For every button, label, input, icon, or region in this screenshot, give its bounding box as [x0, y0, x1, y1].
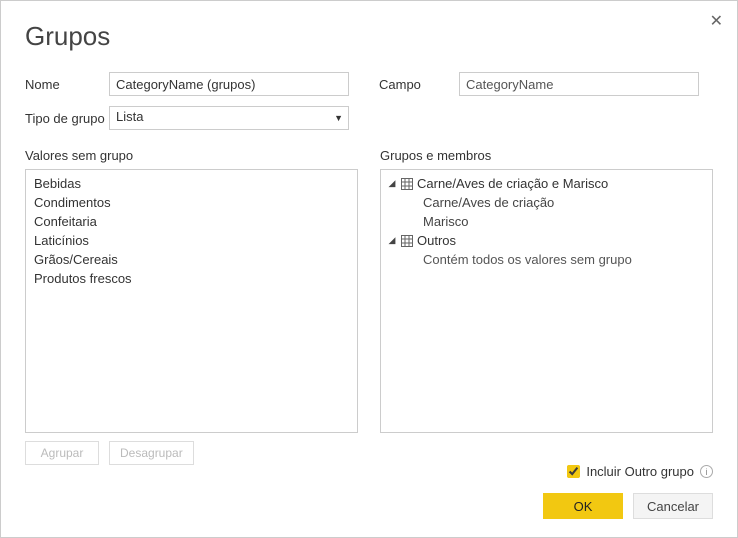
tree-child[interactable]: Carne/Aves de criação	[387, 193, 706, 212]
groups-column: Grupos e membros ◢ Carne/Aves de criação	[380, 148, 713, 465]
list-item[interactable]: Bebidas	[32, 174, 351, 193]
collapse-icon[interactable]: ◢	[387, 235, 397, 246]
include-other-checkbox[interactable]	[567, 465, 580, 478]
footer-buttons: OK Cancelar	[543, 493, 713, 519]
group-type-value[interactable]: Lista	[109, 106, 349, 130]
groups-title: Grupos e membros	[380, 148, 713, 163]
groups-dialog: ✕ Grupos Nome Campo Tipo de grupo Lista …	[0, 0, 738, 538]
group-type-select[interactable]: Lista ▼	[109, 106, 349, 130]
list-item[interactable]: Produtos frescos	[32, 269, 351, 288]
groups-treebox[interactable]: ◢ Carne/Aves de criação e Marisco Carne/…	[380, 169, 713, 433]
dialog-title: Grupos	[25, 21, 713, 52]
lists-row: Valores sem grupo Bebidas Condimentos Co…	[25, 148, 713, 465]
tree-node-desc: Contém todos os valores sem grupo	[387, 250, 706, 269]
tree-node[interactable]: ◢ Outros	[387, 231, 706, 250]
group-buttons-row: Agrupar Desagrupar	[25, 441, 358, 465]
tree-child[interactable]: Marisco	[387, 212, 706, 231]
cancel-button[interactable]: Cancelar	[633, 493, 713, 519]
name-input[interactable]	[109, 72, 349, 96]
ungrouped-title: Valores sem grupo	[25, 148, 358, 163]
type-label: Tipo de grupo	[25, 111, 109, 126]
collapse-icon[interactable]: ◢	[387, 178, 397, 189]
ungrouped-column: Valores sem grupo Bebidas Condimentos Co…	[25, 148, 358, 465]
group-button[interactable]: Agrupar	[25, 441, 99, 465]
table-icon	[401, 235, 413, 247]
close-icon[interactable]: ✕	[710, 11, 723, 31]
form-row-name: Nome Campo	[25, 72, 713, 96]
field-input[interactable]	[459, 72, 699, 96]
table-icon	[401, 178, 413, 190]
tree-node-label: Outros	[417, 233, 456, 248]
list-item[interactable]: Grãos/Cereais	[32, 250, 351, 269]
include-other-label: Incluir Outro grupo	[586, 464, 694, 479]
form-row-type: Tipo de grupo Lista ▼	[25, 106, 713, 130]
tree-node-label: Carne/Aves de criação e Marisco	[417, 176, 608, 191]
list-item[interactable]: Condimentos	[32, 193, 351, 212]
tree-node[interactable]: ◢ Carne/Aves de criação e Marisco	[387, 174, 706, 193]
ungrouped-listbox[interactable]: Bebidas Condimentos Confeitaria Laticíni…	[25, 169, 358, 433]
info-icon[interactable]: i	[700, 465, 713, 478]
name-label: Nome	[25, 77, 109, 92]
list-item[interactable]: Laticínios	[32, 231, 351, 250]
list-item[interactable]: Confeitaria	[32, 212, 351, 231]
include-other-row: Incluir Outro grupo i	[567, 464, 713, 479]
ok-button[interactable]: OK	[543, 493, 623, 519]
ungroup-button[interactable]: Desagrupar	[109, 441, 194, 465]
field-label: Campo	[379, 77, 423, 92]
